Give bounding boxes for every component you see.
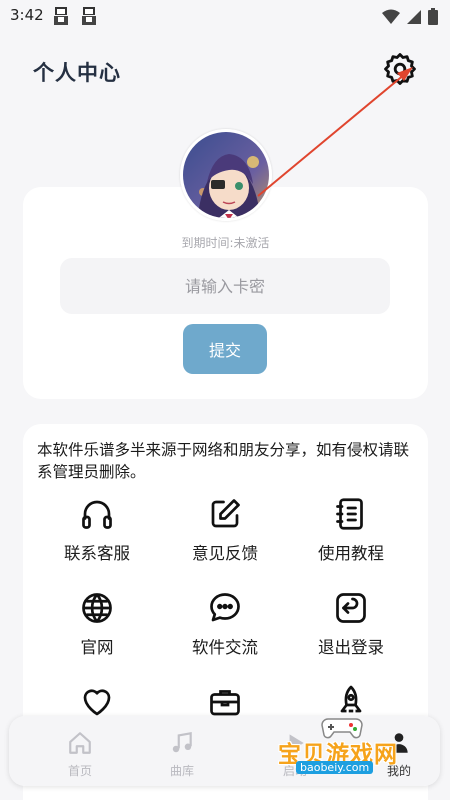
battery-icon [428, 8, 438, 25]
app-notification-icon [54, 7, 68, 25]
globe-icon [82, 593, 112, 623]
pencil-square-icon [211, 499, 240, 528]
nav-label: 曲库 [169, 764, 194, 778]
copyright-notice: 本软件乐谱多半来源于网络和朋友分享，如有侵权请联系管理员删除。 [37, 441, 410, 481]
menu-item-label: 意见反馈 [192, 544, 258, 563]
heart-icon [83, 689, 111, 716]
card-key-input[interactable] [60, 258, 390, 314]
submit-button[interactable]: 提交 [183, 324, 267, 374]
menu-item-label: 退出登录 [318, 638, 384, 657]
menu-item-contact-support[interactable]: 联系客服 [37, 494, 157, 564]
menu-item-label: 官网 [80, 638, 114, 657]
menu-item-label: 软件交流 [192, 638, 258, 657]
nav-label: 首页 [67, 764, 92, 778]
status-time: 3:42 [10, 6, 44, 24]
status-bar: 3:42 [0, 0, 450, 32]
avatar[interactable] [180, 129, 272, 221]
app-notification-icon [82, 7, 96, 25]
music-note-icon [172, 731, 192, 753]
chat-bubble-icon [210, 593, 240, 622]
headphones-icon [82, 500, 112, 529]
menu-item-logout[interactable]: 退出登录 [291, 588, 411, 658]
briefcase-icon [210, 690, 240, 716]
page-title: 个人中心 [33, 61, 121, 85]
expiry-status: 到期时间:未激活 [181, 236, 270, 250]
nav-home[interactable]: 首页 [50, 730, 110, 779]
menu-item-label: 使用教程 [318, 544, 384, 563]
signal-icon [407, 9, 421, 24]
menu-item-community[interactable]: 软件交流 [165, 588, 285, 658]
home-icon [69, 732, 91, 754]
gear-icon [384, 53, 416, 85]
settings-button[interactable] [380, 49, 420, 89]
menu-item-feedback[interactable]: 意见反馈 [165, 494, 285, 564]
menu-item-website[interactable]: 官网 [37, 588, 157, 658]
logout-icon [336, 593, 366, 623]
watermark-url: baobeiy.com [296, 761, 374, 774]
notebook-icon [336, 498, 363, 530]
menu-item-label: 联系客服 [64, 544, 130, 563]
nav-library[interactable]: 曲库 [152, 730, 212, 779]
watermark: 宝贝游戏网 baobeiy.com [268, 713, 418, 783]
wifi-icon [382, 9, 400, 24]
menu-item-tutorial[interactable]: 使用教程 [291, 494, 411, 564]
